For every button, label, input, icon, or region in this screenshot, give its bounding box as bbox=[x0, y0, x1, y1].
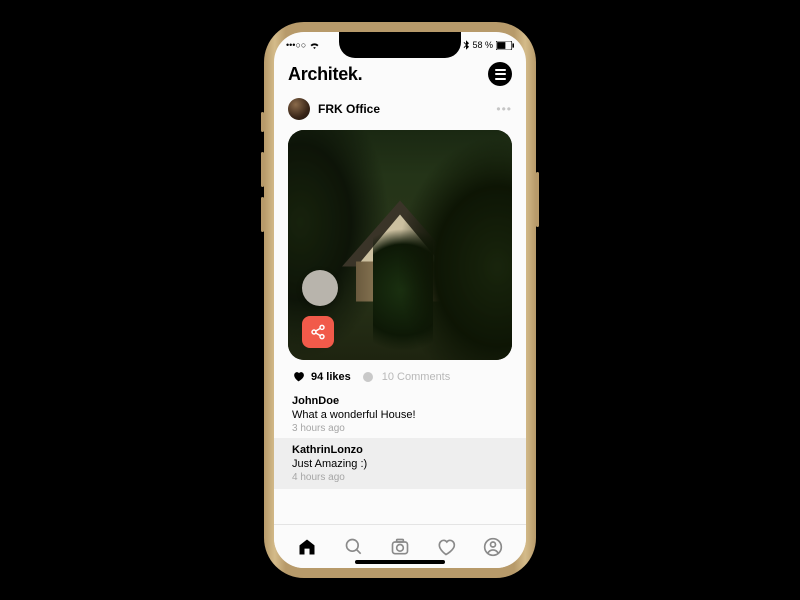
comment-icon[interactable] bbox=[363, 372, 373, 382]
tab-likes[interactable] bbox=[436, 537, 456, 557]
comments-count[interactable]: 10 Comments bbox=[382, 371, 450, 383]
engagement-row: 94 likes 10 Comments bbox=[274, 368, 526, 391]
app-title: Architek. bbox=[288, 64, 362, 85]
comment-text: What a wonderful House! bbox=[292, 409, 508, 421]
scrub-handle[interactable] bbox=[302, 270, 338, 306]
tab-home[interactable] bbox=[297, 537, 317, 557]
share-icon bbox=[310, 324, 326, 340]
volume-down bbox=[261, 197, 264, 232]
tab-camera[interactable] bbox=[390, 537, 410, 557]
comment-item[interactable]: KathrinLonzo Just Amazing :) 4 hours ago bbox=[274, 438, 526, 489]
comment-username: JohnDoe bbox=[292, 395, 508, 407]
phone-frame: •••○○ 58 % Architek. FRK Office bbox=[264, 22, 536, 578]
search-icon bbox=[344, 537, 364, 557]
post-image[interactable] bbox=[288, 130, 512, 360]
comment-item[interactable]: JohnDoe What a wonderful House! 3 hours … bbox=[274, 391, 526, 438]
battery-percentage: 58 % bbox=[472, 40, 493, 50]
comment-time: 4 hours ago bbox=[292, 472, 508, 483]
screen: •••○○ 58 % Architek. FRK Office bbox=[274, 32, 526, 568]
wifi-icon bbox=[309, 41, 320, 49]
volume-up bbox=[261, 152, 264, 187]
comment-username: KathrinLonzo bbox=[292, 444, 508, 456]
likes-count[interactable]: 94 likes bbox=[311, 371, 351, 383]
menu-button[interactable] bbox=[488, 62, 512, 86]
heart-icon[interactable] bbox=[292, 370, 305, 383]
tab-profile[interactable] bbox=[483, 537, 503, 557]
mute-switch bbox=[261, 112, 264, 132]
comment-text: Just Amazing :) bbox=[292, 458, 508, 470]
heart-outline-icon bbox=[436, 537, 456, 557]
bluetooth-icon bbox=[463, 40, 469, 50]
post-more-button[interactable]: ••• bbox=[496, 102, 512, 116]
home-icon bbox=[297, 537, 317, 557]
post-username[interactable]: FRK Office bbox=[318, 102, 380, 116]
post-header: FRK Office ••• bbox=[274, 94, 526, 124]
avatar[interactable] bbox=[288, 98, 310, 120]
power-button bbox=[536, 172, 539, 227]
menu-icon bbox=[495, 69, 506, 71]
signal-strength-icon: •••○○ bbox=[286, 40, 306, 50]
comment-time: 3 hours ago bbox=[292, 423, 508, 434]
camera-icon bbox=[390, 537, 410, 557]
profile-icon bbox=[483, 537, 503, 557]
tab-bar bbox=[274, 524, 526, 568]
battery-icon bbox=[496, 41, 514, 50]
notch bbox=[339, 32, 461, 58]
app-header: Architek. bbox=[274, 58, 526, 94]
home-indicator[interactable] bbox=[355, 560, 445, 564]
tab-search[interactable] bbox=[344, 537, 364, 557]
share-button[interactable] bbox=[302, 316, 334, 348]
